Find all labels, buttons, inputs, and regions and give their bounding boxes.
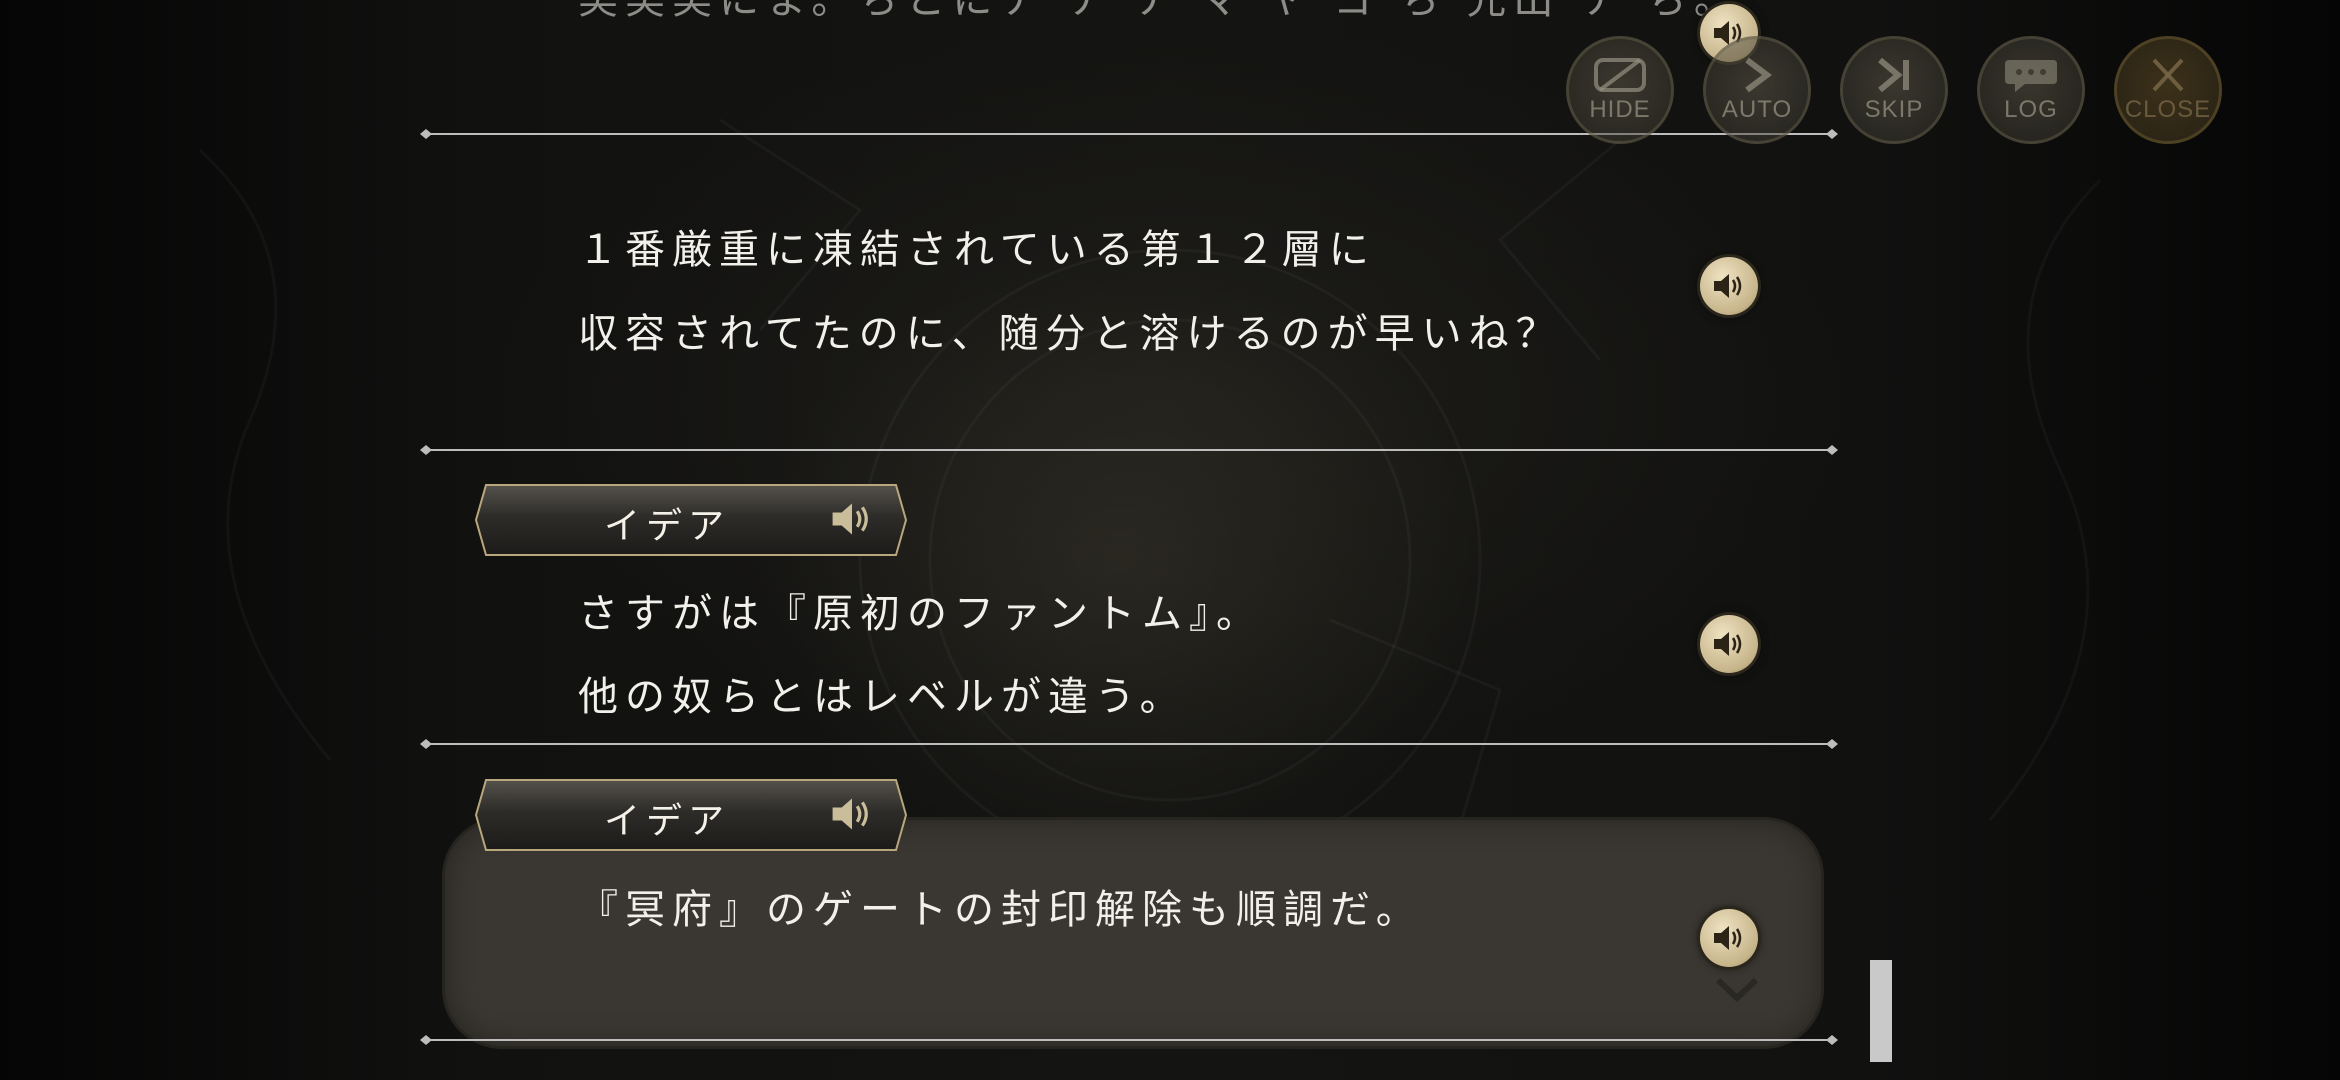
log-button[interactable]: LOG — [1977, 36, 2085, 144]
speaker-name: イデア — [604, 506, 731, 547]
speaker-icon — [1714, 926, 1742, 950]
log-line: さすがは『原初のファントム』。 — [578, 591, 1263, 637]
skip-icon — [1878, 57, 1909, 93]
log-line: 実実実にま。ちとにナ ナ ナ マ ヤ ヨ ち 先出 ナ ち。 — [578, 0, 1741, 23]
log-line: 『冥府』のゲートの封印解除も順調だ。 — [578, 887, 1423, 933]
voice-replay-button[interactable] — [1700, 257, 1758, 315]
log-divider — [420, 1033, 1838, 1047]
speaker-icon — [832, 503, 868, 535]
log-divider — [420, 737, 1838, 751]
voice-replay-button[interactable] — [1700, 615, 1758, 673]
speaker-nameplate: イデア — [474, 778, 908, 852]
close-button[interactable]: CLOSE — [2114, 36, 2222, 144]
log-divider — [420, 443, 1838, 457]
log-line: 他の奴らとはレベルが違う。 — [578, 674, 1187, 720]
close-icon — [2152, 58, 2184, 92]
speaker-icon — [1714, 274, 1742, 298]
auto-button[interactable]: AUTO — [1703, 36, 1811, 144]
voice-replay-button[interactable] — [1700, 909, 1758, 967]
chat-log-icon — [2005, 60, 2057, 92]
skip-label: SKIP — [1864, 96, 1924, 123]
hide-label: HIDE — [1589, 96, 1651, 123]
hide-button[interactable]: HIDE — [1566, 36, 1674, 144]
speaker-icon — [1714, 632, 1742, 656]
play-icon — [1745, 57, 1772, 93]
skip-button[interactable]: SKIP — [1840, 36, 1948, 144]
speaker-name: イデア — [604, 801, 731, 842]
log-line: １番厳重に凍結されている第１２層に — [578, 227, 1376, 273]
log-scrollbar[interactable] — [1870, 960, 1892, 1062]
log-line: 収容されてたのに、随分と溶けるのが早いね？ — [578, 311, 1563, 357]
close-label: CLOSE — [2124, 96, 2212, 123]
speaker-nameplate: イデア — [474, 483, 908, 557]
speaker-icon — [832, 798, 868, 830]
hide-icon — [1594, 58, 1646, 92]
log-label: LOG — [2004, 96, 2058, 123]
chevron-down-icon — [1715, 977, 1759, 1006]
auto-label: AUTO — [1721, 96, 1793, 123]
